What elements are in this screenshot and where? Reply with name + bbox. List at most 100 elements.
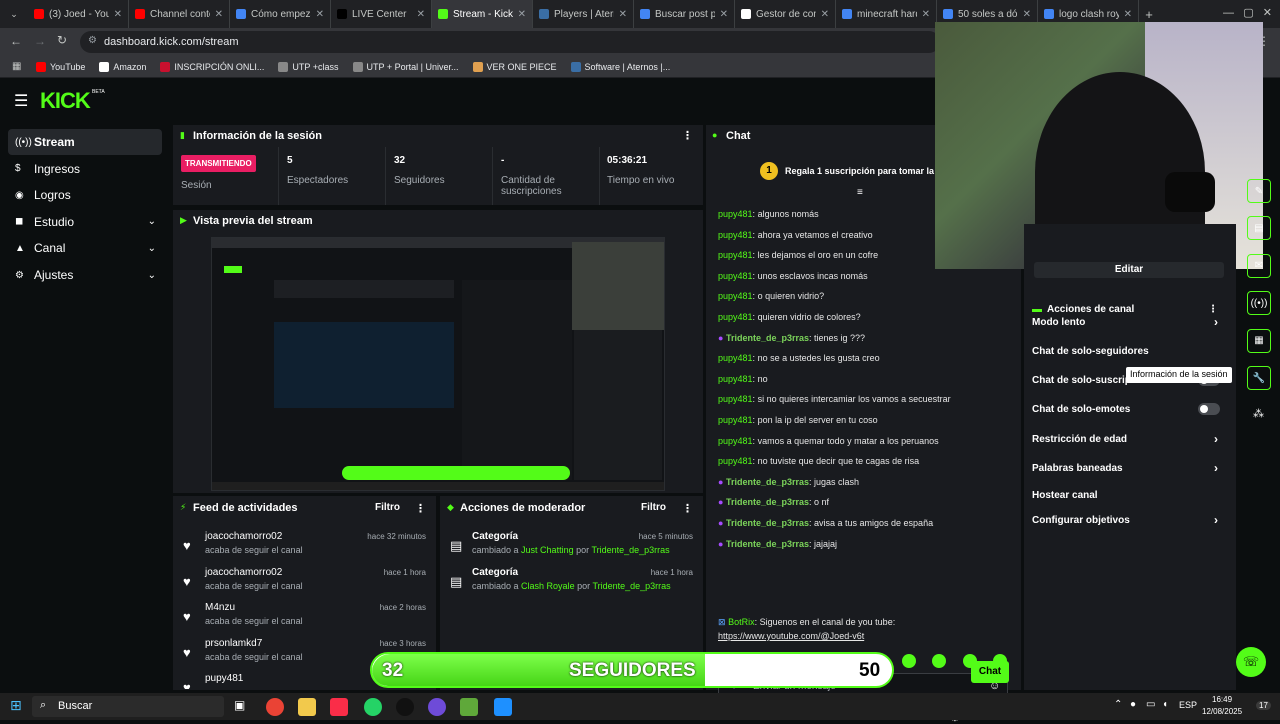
nav-item-ingresos[interactable]: $ Ingresos bbox=[8, 156, 162, 182]
file-explorer-icon[interactable] bbox=[298, 698, 316, 716]
chat-username[interactable]: pupy481 bbox=[718, 250, 753, 260]
back-icon[interactable]: ← bbox=[10, 34, 22, 48]
emote-icon[interactable] bbox=[932, 654, 947, 668]
chevron-right-icon[interactable]: › bbox=[1214, 432, 1218, 446]
gift-sub-text[interactable]: Regala 1 suscripción para tomar la po bbox=[785, 166, 948, 176]
chrome-taskbar-icon[interactable] bbox=[266, 698, 284, 716]
chat-username[interactable]: pupy481 bbox=[718, 230, 753, 240]
tab-close-icon[interactable]: ✕ bbox=[720, 9, 728, 20]
forward-icon[interactable]: → bbox=[34, 34, 46, 48]
bookmark-item[interactable]: UTP + Portal | Univer... bbox=[352, 61, 459, 72]
browser-tab[interactable]: (3) Joed - YouTube ✕ bbox=[28, 0, 129, 28]
help-chat-button[interactable]: ☏ bbox=[1236, 647, 1266, 677]
browser-tab[interactable]: Gestor de contra ✕ bbox=[735, 0, 836, 28]
chat-username[interactable]: Tridente_de_p3rras bbox=[726, 497, 809, 507]
broadcast-icon[interactable]: ((•)) bbox=[1247, 291, 1271, 316]
activity-row[interactable]: ♥ joacochamorro02 acaba de seguir el canal… bbox=[173, 565, 436, 601]
clock-date[interactable]: 12/08/2025 bbox=[1202, 707, 1242, 716]
chat-username[interactable]: pupy481 bbox=[718, 374, 753, 384]
panel-icon[interactable]: ▤ bbox=[1247, 216, 1271, 241]
mod-action-user[interactable]: Tridente_de_p3rras bbox=[591, 545, 669, 555]
bookmark-item[interactable]: Amazon bbox=[99, 61, 146, 72]
tab-close-icon[interactable]: ✕ bbox=[316, 9, 324, 20]
bookmark-item[interactable]: Software | Aternos |... bbox=[570, 61, 670, 72]
nav-item-ajustes[interactable]: ⚙ Ajustes ⌄ bbox=[8, 262, 162, 288]
chevron-right-icon[interactable]: › bbox=[1214, 513, 1218, 527]
follower-name[interactable]: joacochamorro02 bbox=[205, 567, 282, 578]
task-view-icon[interactable]: ▣ bbox=[234, 698, 245, 712]
minecraft-icon[interactable] bbox=[460, 698, 478, 716]
follower-name[interactable]: joacochamorro02 bbox=[205, 531, 282, 542]
reload-icon[interactable]: ↻ bbox=[57, 33, 67, 47]
browser-tab[interactable]: Stream - Kick ✕ bbox=[432, 0, 533, 28]
browser-tab[interactable]: Cómo empezar ✕ bbox=[230, 0, 331, 28]
browser-tab[interactable]: LIVE Center ✕ bbox=[331, 0, 432, 28]
tab-close-icon[interactable]: ✕ bbox=[1124, 9, 1132, 20]
volume-icon[interactable]: ◖ bbox=[1162, 699, 1168, 710]
nav-item-estudio[interactable]: ◼ Estudio ⌄ bbox=[8, 209, 162, 235]
network-icon[interactable]: ▭ bbox=[1146, 699, 1155, 710]
mod-more-icon[interactable]: ⋮ bbox=[682, 502, 693, 515]
activity-filter-button[interactable]: Filtro bbox=[375, 502, 400, 513]
chat-username[interactable]: Tridente_de_p3rras bbox=[726, 333, 809, 343]
chevron-down-icon[interactable]: ⌄ bbox=[148, 216, 156, 227]
channel-action-item[interactable]: Palabras baneadas › bbox=[1032, 455, 1228, 481]
edit-button[interactable]: Editar bbox=[1034, 262, 1224, 278]
tab-close-icon[interactable]: ✕ bbox=[114, 9, 122, 20]
kick-logo[interactable]: KICK bbox=[40, 88, 91, 114]
app-icon-purple[interactable] bbox=[428, 698, 446, 716]
nav-item-canal[interactable]: ▲ Canal ⌄ bbox=[8, 235, 162, 261]
whatsapp-icon[interactable] bbox=[364, 698, 382, 716]
layout-icon[interactable]: ▦ bbox=[1247, 328, 1271, 353]
chevron-down-icon[interactable]: ⌄ bbox=[148, 243, 156, 254]
apps-icon[interactable]: ▦ bbox=[12, 61, 21, 72]
chat-username[interactable]: pupy481 bbox=[718, 209, 753, 219]
chevron-down-icon[interactable]: ⌄ bbox=[148, 270, 156, 281]
bookmark-item[interactable]: YouTube bbox=[36, 61, 85, 72]
channel-action-item[interactable]: Chat de solo-seguidores bbox=[1032, 338, 1228, 364]
hamburger-menu-icon[interactable]: ☰ bbox=[14, 91, 28, 111]
tab-close-icon[interactable]: ✕ bbox=[518, 9, 526, 20]
new-tab-button[interactable]: + bbox=[1139, 7, 1159, 22]
mod-action-row[interactable]: ▤ Categoría cambiado a Clash Royale por Tr… bbox=[440, 565, 703, 601]
site-info-icon[interactable]: ⚙ bbox=[88, 35, 97, 46]
tab-close-icon[interactable]: ✕ bbox=[417, 9, 425, 20]
channel-action-item[interactable]: Modo lento › bbox=[1032, 309, 1228, 335]
music-app-icon[interactable] bbox=[330, 698, 348, 716]
notification-badge[interactable]: 17 bbox=[1256, 701, 1271, 710]
bot-user[interactable]: BotRix bbox=[728, 617, 755, 627]
chat-username[interactable]: Tridente_de_p3rras bbox=[726, 539, 809, 549]
follower-name[interactable]: M4nzu bbox=[205, 602, 235, 613]
tab-close-icon[interactable]: ✕ bbox=[1023, 9, 1031, 20]
follower-name[interactable]: prsonlamkd7 bbox=[205, 638, 262, 649]
tab-close-icon[interactable]: ✕ bbox=[619, 9, 627, 20]
tab-close-icon[interactable]: ✕ bbox=[922, 9, 930, 20]
activity-row[interactable]: ♥ M4nzu acaba de seguir el canal hace 2 hor… bbox=[173, 600, 436, 636]
chat-username[interactable]: pupy481 bbox=[718, 312, 753, 322]
pinned-collapse-icon[interactable]: ≡ bbox=[857, 187, 863, 198]
edit-icon[interactable]: ✎ bbox=[1247, 179, 1271, 203]
chat-username[interactable]: pupy481 bbox=[718, 394, 753, 404]
taskbar-search[interactable]: ⌕ Buscar bbox=[32, 696, 224, 717]
chat-username[interactable]: pupy481 bbox=[718, 456, 753, 466]
browser-tab[interactable]: Players | Aternos ✕ bbox=[533, 0, 634, 28]
chat-username[interactable]: Tridente_de_p3rras bbox=[726, 477, 809, 487]
channel-action-item[interactable]: Restricción de edad › bbox=[1032, 426, 1228, 452]
bookmark-item[interactable]: UTP +class bbox=[278, 61, 339, 72]
window-controls[interactable]: — ▢ ✕ bbox=[1223, 6, 1272, 19]
tray-mic-icon[interactable]: ● bbox=[1130, 699, 1136, 710]
mod-action-row[interactable]: ▤ Categoría cambiado a Just Chatting por T… bbox=[440, 529, 703, 565]
obs-icon[interactable] bbox=[396, 698, 414, 716]
app-icon-blue[interactable] bbox=[494, 698, 512, 716]
clock-time[interactable]: 16:49 bbox=[1212, 695, 1232, 704]
nav-item-stream[interactable]: ((•)) Stream bbox=[8, 129, 162, 155]
emote-icon[interactable] bbox=[902, 654, 917, 668]
gift-sub-icon[interactable]: 1 bbox=[760, 162, 778, 180]
bookmark-item[interactable]: INSCRIPCIÓN ONLI... bbox=[160, 61, 264, 72]
tab-list-button[interactable]: ⌄ bbox=[0, 0, 28, 28]
chat-username[interactable]: pupy481 bbox=[718, 415, 753, 425]
chevron-right-icon[interactable]: › bbox=[1214, 461, 1218, 475]
toggle-switch[interactable] bbox=[1198, 403, 1220, 415]
chevron-right-icon[interactable]: › bbox=[1214, 315, 1218, 329]
tab-close-icon[interactable]: ✕ bbox=[821, 9, 829, 20]
